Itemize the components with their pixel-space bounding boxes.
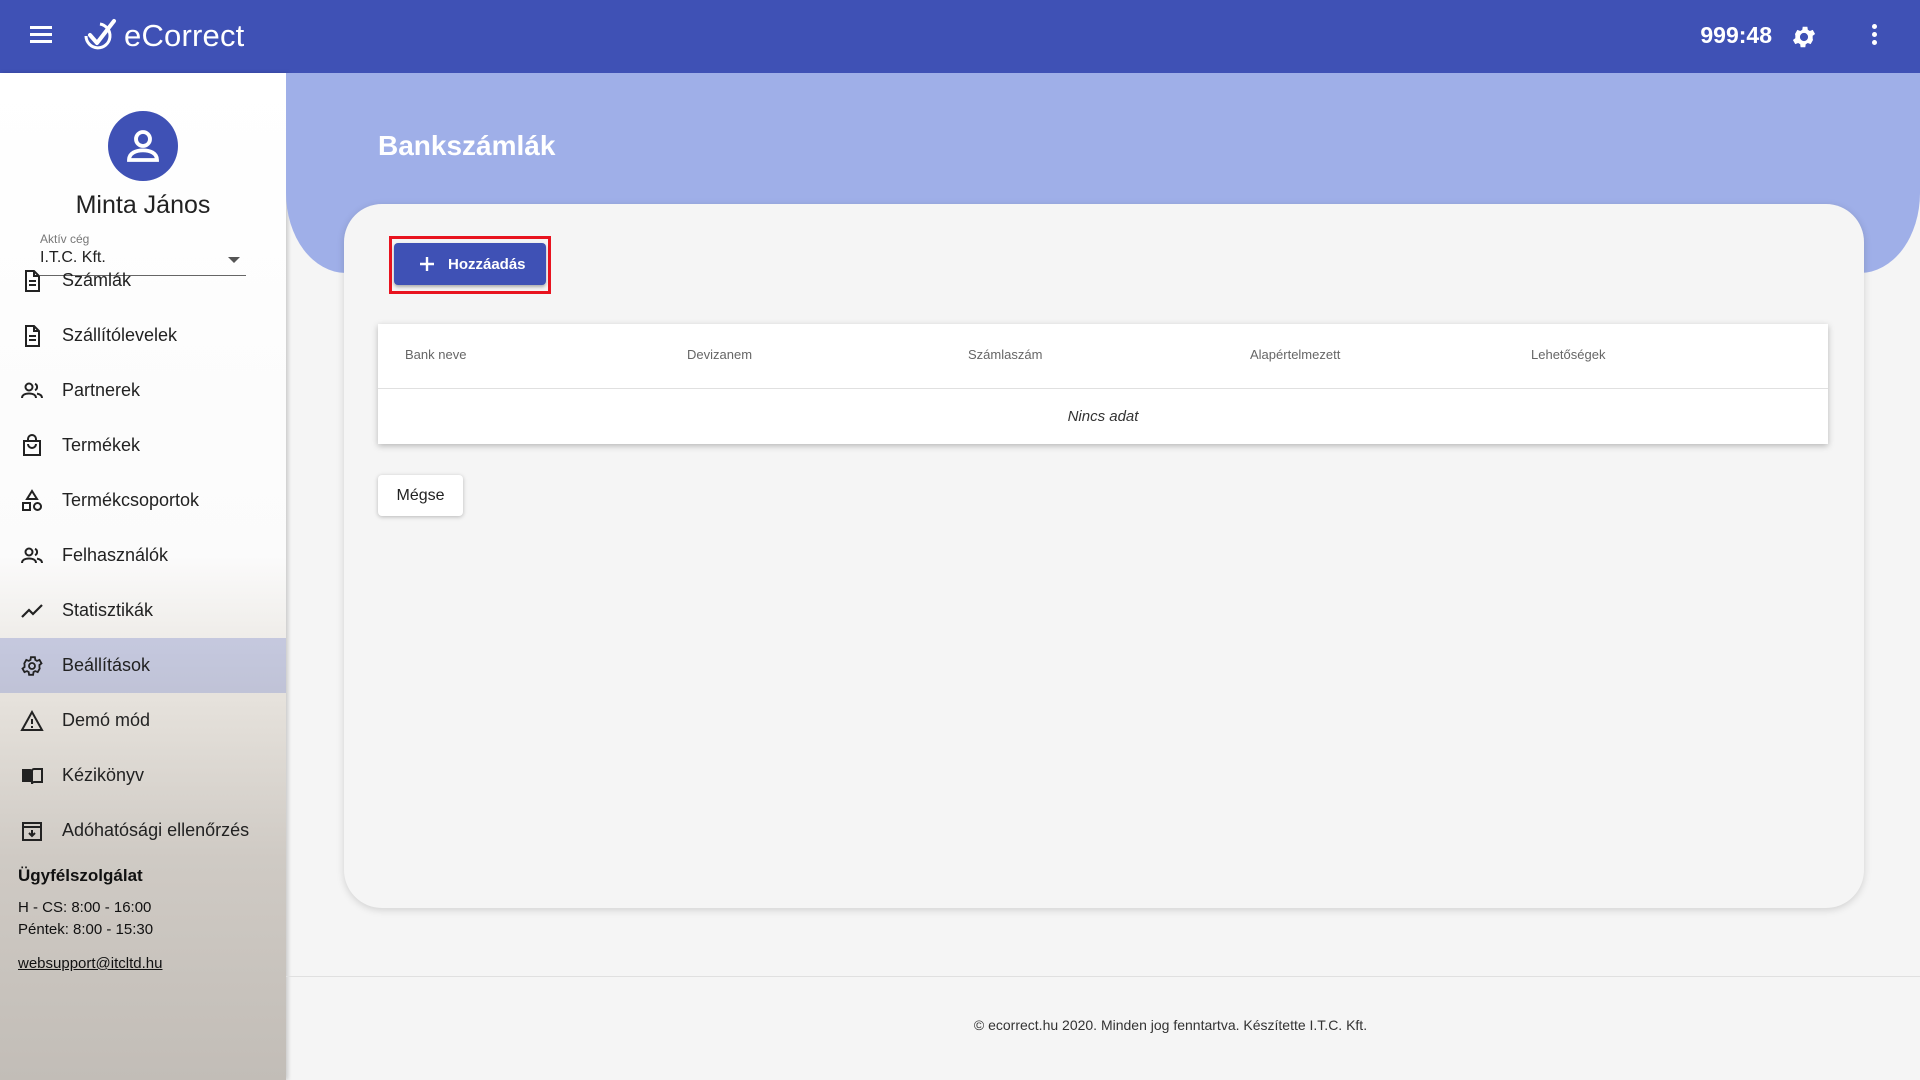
cancel-button[interactable]: Mégse <box>378 475 463 516</box>
sidebar-item-label: Adóhatósági ellenőrzés <box>62 820 250 840</box>
sidebar-item-label: Termékek <box>62 435 141 455</box>
content-card <box>344 204 1864 908</box>
plus-icon <box>420 257 434 271</box>
brand-logo[interactable]: eCorrect <box>80 18 244 54</box>
sidebar-item-termekcsoportok[interactable]: Termékcsoportok <box>0 473 286 528</box>
sidebar-item-felhasznalok[interactable]: Felhasználók <box>0 528 286 583</box>
document-icon <box>25 269 40 292</box>
sidebar-item-label: Szállítólevelek <box>62 325 178 345</box>
top-app-bar: eCorrect 999:48 <box>0 0 1920 73</box>
sidebar-item-statisztikak[interactable]: Statisztikák <box>0 583 286 638</box>
add-button-label: Hozzáadás <box>448 255 526 273</box>
empty-table-message: Nincs adat <box>1067 408 1139 425</box>
support-hours-weekdays: H - CS: 8:00 - 16:00 <box>18 899 152 916</box>
sidebar-item-label: Kézikönyv <box>62 765 145 785</box>
gear-icon <box>21 655 43 676</box>
column-header-default[interactable]: Alapértelmezett <box>1250 347 1340 362</box>
sidebar-item-label: Felhasználók <box>62 545 169 565</box>
document-icon <box>25 324 40 347</box>
support-hours-friday: Péntek: 8:00 - 15:30 <box>18 921 154 938</box>
book-icon <box>22 767 43 784</box>
sidebar-item-label: Partnerek <box>62 380 141 400</box>
footer: © ecorrect.hu 2020. Minden jog fenntartv… <box>286 1017 1920 1033</box>
archive-download-icon <box>22 821 42 841</box>
people-icon <box>21 547 43 563</box>
warning-icon <box>20 709 44 731</box>
sidebar-item-beallitasok[interactable]: Beállítások <box>0 638 286 693</box>
add-button[interactable]: Hozzáadás <box>394 243 546 285</box>
brand-name: eCorrect <box>124 18 245 53</box>
sidebar: Minta János Aktív cég I.T.C. Kft. Számlá… <box>0 73 286 1080</box>
user-icon <box>127 130 159 162</box>
sidebar-item-partnerek[interactable]: Partnerek <box>0 363 286 418</box>
user-name: Minta János <box>75 191 211 219</box>
shopping-bag-icon <box>23 433 41 456</box>
session-timer: 999:48 <box>1700 22 1772 48</box>
sidebar-item-label: Számlák <box>62 270 132 290</box>
gear-icon[interactable] <box>1790 23 1818 51</box>
support-email-link[interactable]: websupport@itcltd.hu <box>18 955 162 972</box>
sidebar-item-label: Statisztikák <box>62 600 154 620</box>
footer-divider <box>286 976 1920 977</box>
avatar[interactable] <box>108 111 178 181</box>
sidebar-item-adohatosagi-ellenorzes[interactable]: Adóhatósági ellenőrzés <box>0 803 286 858</box>
company-label: Aktív cég <box>40 232 90 246</box>
table-divider <box>378 388 1828 389</box>
column-header-bank-name[interactable]: Bank neve <box>405 347 466 362</box>
column-header-currency[interactable]: Devizanem <box>687 347 752 362</box>
sidebar-item-termekek[interactable]: Termékek <box>0 418 286 473</box>
column-header-account-number[interactable]: Számlaszám <box>968 347 1042 362</box>
page-title: Bankszámlák <box>378 130 556 161</box>
sidebar-item-kezikonyv[interactable]: Kézikönyv <box>0 748 286 803</box>
sidebar-item-szallitolevelek[interactable]: Szállítólevelek <box>0 308 286 363</box>
more-vertical-icon[interactable] <box>1870 24 1878 50</box>
sidebar-item-label: Beállítások <box>62 655 151 675</box>
trend-line-icon <box>21 603 43 618</box>
sidebar-item-szamlak[interactable]: Számlák <box>0 253 286 308</box>
sidebar-item-label: Demó mód <box>62 710 151 730</box>
logo-check-icon <box>84 19 116 50</box>
shapes-icon <box>22 488 42 511</box>
support-title: Ügyfélszolgálat <box>18 866 143 885</box>
people-icon <box>21 382 43 398</box>
sidebar-item-label: Termékcsoportok <box>62 490 200 510</box>
bank-accounts-table: Bank neve Devizanem Számlaszám Alapértel… <box>378 324 1828 444</box>
column-header-options: Lehetőségek <box>1531 347 1606 362</box>
menu-icon[interactable] <box>26 22 56 52</box>
sidebar-item-demo-mod[interactable]: Demó mód <box>0 693 286 748</box>
footer-text: © ecorrect.hu 2020. Minden jog fenntartv… <box>973 1017 1368 1033</box>
